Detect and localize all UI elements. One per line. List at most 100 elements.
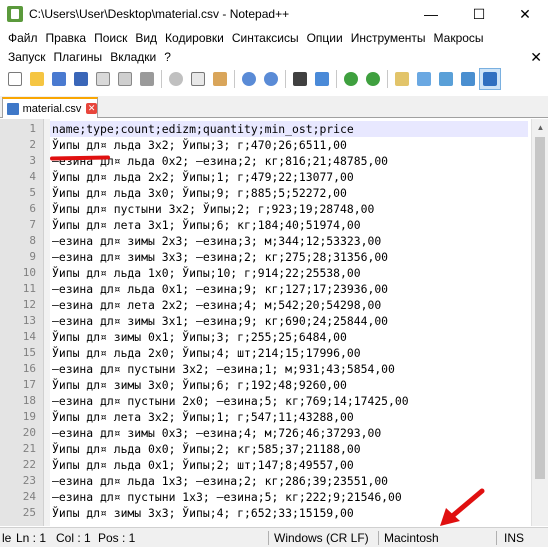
cut-icon[interactable]	[165, 68, 187, 90]
status-column: Col : 1	[56, 531, 91, 545]
code-line[interactable]: Ўипы дл¤ зимы 3х0; Ўипы;6; г;192;48;9260…	[52, 377, 522, 393]
toolbar-separator	[285, 70, 286, 88]
line-number: 20	[22, 426, 36, 439]
toolbar-separator	[234, 70, 235, 88]
code-line[interactable]: –езина дл¤ пустыни 3х2; –езина;1; м;931;…	[52, 361, 522, 377]
menu-search[interactable]: Поиск	[90, 31, 131, 45]
tab-close-button[interactable]: ✕	[86, 103, 97, 114]
indent-guide-icon[interactable]	[479, 68, 501, 90]
line-number: 4	[29, 170, 36, 183]
word-wrap-icon[interactable]	[435, 68, 457, 90]
menu-plugins[interactable]: Плагины	[50, 50, 107, 64]
scroll-up-arrow-icon[interactable]: ▲	[532, 119, 548, 136]
replace-icon[interactable]	[311, 68, 333, 90]
line-number: 8	[29, 234, 36, 247]
status-separator	[496, 531, 497, 545]
notepad-plus-plus-icon	[7, 6, 23, 22]
tab-label: material.csv	[22, 102, 82, 115]
line-number: 15	[22, 346, 36, 359]
menu-encoding[interactable]: Кодировки	[161, 31, 228, 45]
line-number: 12	[22, 298, 36, 311]
tab-material-csv[interactable]: material.csv ✕	[2, 97, 98, 118]
menu-file[interactable]: Файл	[4, 31, 42, 45]
close-all-icon[interactable]	[114, 68, 136, 90]
code-line[interactable]: –езина дл¤ льда 0х1; –езина;9; кг;127;17…	[52, 281, 522, 297]
code-line[interactable]: Ўипы дл¤ льда 0х0; Ўипы;2; кг;585;37;211…	[52, 441, 522, 457]
close-document-button[interactable]: ✕	[530, 47, 542, 67]
code-line[interactable]: Ўипы дл¤ льда 2х0; Ўипы;4; шт;214;15;179…	[52, 345, 522, 361]
save-icon[interactable]	[48, 68, 70, 90]
maximize-button[interactable]: ☐	[456, 0, 502, 28]
editor[interactable]: 1 2 3 4 5 6 7 8 9 10 11 12 13 14 15 16 1…	[0, 119, 548, 526]
vertical-scrollbar[interactable]: ▲	[531, 119, 548, 526]
save-all-icon[interactable]	[70, 68, 92, 90]
code-line[interactable]: Ўипы дл¤ лета 3х1; Ўипы;6; кг;184;40;519…	[52, 217, 522, 233]
line-number: 21	[22, 442, 36, 455]
line-number: 2	[29, 138, 36, 151]
new-file-icon[interactable]	[4, 68, 26, 90]
scrollbar-thumb[interactable]	[535, 137, 545, 479]
close-window-button[interactable]: ✕	[502, 0, 548, 28]
code-line[interactable]: –езина дл¤ льда 0х2; –езина;2; кг;816;21…	[52, 153, 522, 169]
code-line[interactable]: –езина дл¤ зимы 3х1; –езина;9; кг;690;24…	[52, 313, 522, 329]
code-line[interactable]: Ўипы дл¤ льда 2х2; Ўипы;1; г;479;22;1307…	[52, 169, 522, 185]
zoom-out-icon[interactable]	[362, 68, 384, 90]
toolbar-separator	[336, 70, 337, 88]
menu-run[interactable]: Запуск	[4, 50, 50, 64]
status-insert-mode[interactable]: INS	[504, 528, 524, 547]
code-line[interactable]: –езина дл¤ зимы 2х3; –езина;3; м;344;12;…	[52, 233, 522, 249]
code-line[interactable]: Ўипы дл¤ пустыни 3х2; Ўипы;2; г;923;19;2…	[52, 201, 522, 217]
menu-tools[interactable]: Инструменты	[347, 31, 430, 45]
toolbar-separator	[387, 70, 388, 88]
open-file-icon[interactable]	[26, 68, 48, 90]
code-line[interactable]: –езина дл¤ зимы 0х3; –езина;4; м;726;46;…	[52, 425, 522, 441]
status-encoding[interactable]: Macintosh	[384, 528, 439, 547]
code-line[interactable]: –езина дл¤ льда 1х3; –езина;2; кг;286;39…	[52, 473, 522, 489]
undo-icon[interactable]	[238, 68, 260, 90]
copy-icon[interactable]	[187, 68, 209, 90]
close-icon[interactable]	[92, 68, 114, 90]
redo-icon[interactable]	[260, 68, 282, 90]
line-number: 5	[29, 186, 36, 199]
toolbar-separator	[161, 70, 162, 88]
code-line[interactable]: Ўипы дл¤ лета 3х2; Ўипы;1; г;547;11;4328…	[52, 409, 522, 425]
menu-view[interactable]: Вид	[131, 31, 161, 45]
line-number: 6	[29, 202, 36, 215]
code-line[interactable]: –езина дл¤ зимы 3х3; –езина;2; кг;275;28…	[52, 249, 522, 265]
red-arrow-annotation	[440, 488, 485, 526]
line-number: 9	[29, 250, 36, 263]
sync-v-icon[interactable]	[391, 68, 413, 90]
paste-icon[interactable]	[209, 68, 231, 90]
line-number: 18	[22, 394, 36, 407]
sync-h-icon[interactable]	[413, 68, 435, 90]
line-number: 16	[22, 362, 36, 375]
status-line: Ln : 1	[16, 531, 47, 545]
print-icon[interactable]	[136, 68, 158, 90]
line-number: 3	[29, 154, 36, 167]
find-icon[interactable]	[289, 68, 311, 90]
code-line[interactable]: Ўипы дл¤ льда 1х0; Ўипы;10; г;914;22;255…	[52, 265, 522, 281]
minimize-button[interactable]: —	[408, 0, 454, 28]
file-icon	[7, 102, 19, 115]
code-line[interactable]: name;type;count;edizm;quantity;min_ost;p…	[50, 121, 528, 137]
menu-language[interactable]: Синтаксисы	[228, 31, 303, 45]
code-line[interactable]: Ўипы дл¤ льда 3х0; Ўипы;9; г;885;5;52272…	[52, 185, 522, 201]
code-line[interactable]: –езина дл¤ пустыни 2х0; –езина;5; кг;769…	[52, 393, 522, 409]
menu-settings[interactable]: Опции	[303, 31, 347, 45]
menu-help[interactable]: ?	[160, 50, 175, 64]
code-line[interactable]: Ўипы дл¤ льда 3х2; Ўипы;3; г;470;26;6511…	[52, 137, 522, 153]
status-bar: le Ln : 1 Col : 1 Pos : 1 Windows (CR LF…	[0, 527, 548, 547]
code-line[interactable]: Ўипы дл¤ зимы 0х1; Ўипы;3; г;255;25;6484…	[52, 329, 522, 345]
show-all-chars-icon[interactable]	[457, 68, 479, 90]
menu-edit[interactable]: Правка	[42, 31, 91, 45]
menu-window[interactable]: Вкладки	[106, 50, 160, 64]
menu-macro[interactable]: Макросы	[430, 31, 488, 45]
window-title: C:\Users\User\Desktop\material.csv - Not…	[29, 7, 290, 21]
code-line[interactable]: –езина дл¤ лета 2х2; –езина;4; м;542;20;…	[52, 297, 522, 313]
status-eol-format[interactable]: Windows (CR LF)	[274, 528, 369, 547]
zoom-in-icon[interactable]	[340, 68, 362, 90]
line-number-gutter: 1 2 3 4 5 6 7 8 9 10 11 12 13 14 15 16 1…	[0, 119, 44, 526]
line-number: 25	[22, 506, 36, 519]
code-line[interactable]: Ўипы дл¤ льда 0х1; Ўипы;2; шт;147;8;4955…	[52, 457, 522, 473]
line-number: 24	[22, 490, 36, 503]
